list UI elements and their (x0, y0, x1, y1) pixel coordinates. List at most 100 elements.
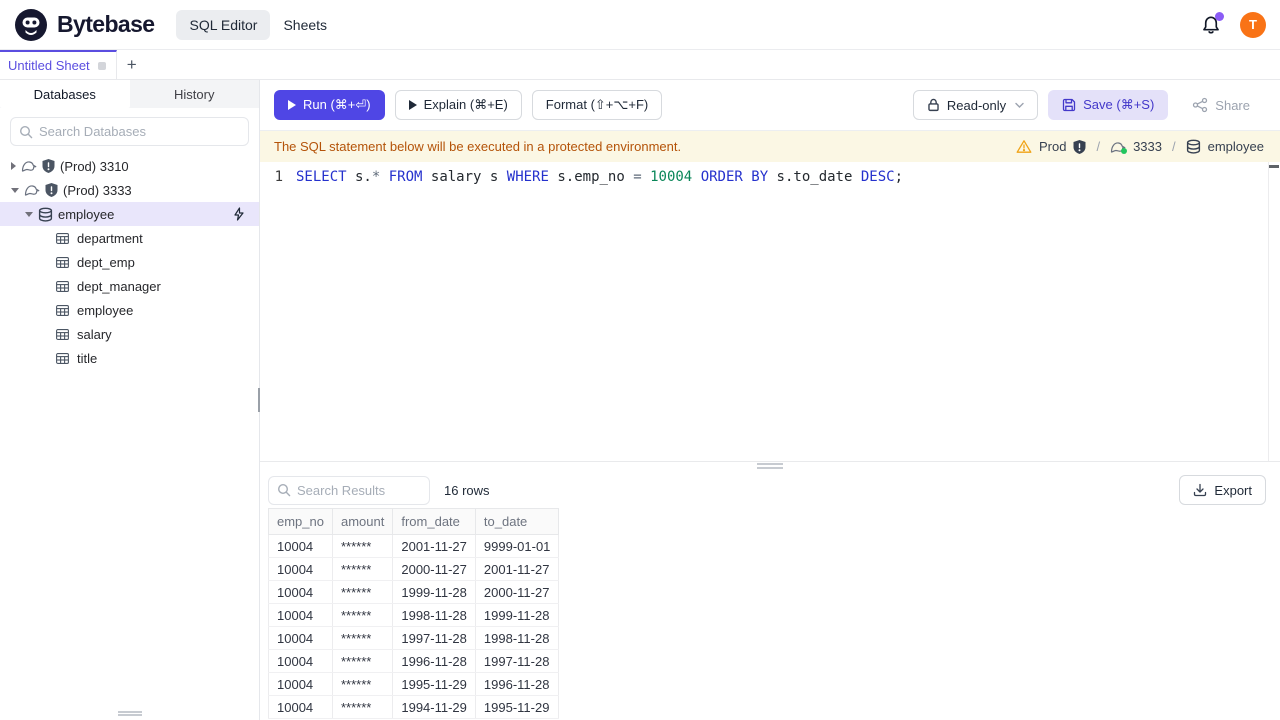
table-cell[interactable]: 1994-11-29 (392, 695, 476, 719)
table-cell[interactable]: ****** (331, 534, 394, 558)
chevron-right-icon[interactable] (11, 162, 16, 170)
sidebar-table-list: department dept_emp dept_manager employee sa… (0, 226, 259, 370)
panel-splitter[interactable] (260, 461, 1280, 470)
table-cell[interactable]: 2001-11-27 (392, 534, 476, 558)
table-cell[interactable]: 1996-11-28 (392, 649, 476, 673)
sidebar-item-table-salary[interactable]: salary (0, 322, 259, 346)
run-button[interactable]: Run (⌘+⏎) (274, 90, 385, 120)
nav-item-sheets[interactable]: Sheets (270, 10, 340, 40)
results-search[interactable] (268, 475, 430, 505)
column-header-amount[interactable]: amount (331, 508, 394, 535)
notification-bell-icon[interactable] (1200, 11, 1224, 36)
table-icon (56, 352, 69, 364)
lock-icon (927, 98, 940, 112)
table-cell[interactable]: 2001-11-27 (474, 557, 560, 581)
table-cell[interactable]: 1998-11-28 (474, 626, 560, 650)
table-cell[interactable]: 9999-01-01 (474, 534, 560, 558)
shield-alert-icon (42, 159, 55, 173)
table-icon (56, 256, 69, 268)
table-cell[interactable]: ****** (331, 603, 394, 627)
readonly-mode-dropdown[interactable]: Read-only (912, 90, 1039, 120)
table-cell[interactable]: 10004 (268, 695, 333, 719)
table-cell[interactable]: 1999-11-28 (392, 580, 476, 604)
table-cell[interactable]: 10004 (268, 557, 333, 581)
row-count: 16 rows (444, 482, 490, 498)
table-row[interactable]: 10004 ****** 2001-11-27 9999-01-01 (268, 534, 560, 558)
table-cell[interactable]: 10004 (268, 603, 333, 627)
database-label[interactable]: employee (1208, 139, 1264, 154)
table-row[interactable]: 10004 ****** 2000-11-27 2001-11-27 (268, 557, 560, 581)
add-sheet-button[interactable]: + (117, 50, 147, 79)
quick-action-bolt-icon[interactable] (233, 207, 245, 221)
save-button[interactable]: Save (⌘+S) (1048, 90, 1169, 120)
sql-token: s.emp_no (548, 169, 634, 185)
sql-code-line[interactable]: SELECT s.* FROM salary s WHERE s.emp_no … (296, 167, 903, 187)
database-search[interactable] (10, 117, 249, 146)
sidebar-hscroll-handle[interactable] (118, 711, 142, 716)
table-cell[interactable]: ****** (331, 626, 394, 650)
table-cell[interactable]: 10004 (268, 626, 333, 650)
table-cell[interactable]: ****** (331, 580, 394, 604)
table-cell[interactable]: 1996-11-28 (474, 672, 560, 696)
table-cell[interactable]: 10004 (268, 580, 333, 604)
table-cell[interactable]: ****** (331, 557, 394, 581)
table-cell[interactable]: ****** (331, 672, 394, 696)
table-cell[interactable]: 10004 (268, 534, 333, 558)
search-databases-input[interactable] (39, 124, 240, 139)
table-cell[interactable]: 2000-11-27 (474, 580, 560, 604)
sql-token: ORDER BY (700, 169, 769, 185)
share-button[interactable]: Share (1178, 90, 1264, 120)
sidebar-item-instance-3333[interactable]: (Prod) 3333 (0, 178, 259, 202)
table-label: dept_emp (77, 254, 135, 270)
sidebar-item-database-employee[interactable]: employee (0, 202, 259, 226)
table-cell[interactable]: ****** (331, 695, 394, 719)
bytebase-logo[interactable]: Bytebase (14, 8, 155, 42)
table-row[interactable]: 10004 ****** 1998-11-28 1999-11-28 (268, 603, 560, 627)
sidebar-item-table-dept_manager[interactable]: dept_manager (0, 274, 259, 298)
column-header-from_date[interactable]: from_date (392, 508, 476, 535)
tab-databases[interactable]: Databases (0, 80, 130, 108)
instance-label[interactable]: 3333 (1133, 139, 1162, 154)
sheet-tab-untitled[interactable]: Untitled Sheet (0, 50, 117, 79)
table-cell[interactable]: 1997-11-28 (474, 649, 560, 673)
table-row[interactable]: 10004 ****** 1997-11-28 1998-11-28 (268, 626, 560, 650)
table-icon (56, 232, 69, 244)
avatar[interactable]: T (1240, 11, 1266, 38)
unsaved-indicator-dot[interactable] (97, 61, 106, 70)
results-grid: emp_no amount from_date to_date 10004 ******… (260, 508, 1280, 719)
sql-token: ; (894, 169, 903, 185)
table-row[interactable]: 10004 ****** 1995-11-29 1996-11-28 (268, 672, 560, 696)
mysql-connected-icon (1110, 140, 1128, 154)
tab-history[interactable]: History (129, 80, 259, 108)
table-cell[interactable]: 10004 (268, 672, 333, 696)
sql-editor[interactable]: 1 SELECT s.* FROM salary s WHERE s.emp_n… (260, 162, 1280, 461)
column-header-emp_no[interactable]: emp_no (268, 508, 333, 535)
explain-button[interactable]: Explain (⌘+E) (394, 90, 522, 120)
table-row[interactable]: 10004 ****** 1996-11-28 1997-11-28 (268, 649, 560, 673)
sidebar-item-table-dept_emp[interactable]: dept_emp (0, 250, 259, 274)
sidebar-item-table-title[interactable]: title (0, 346, 259, 370)
table-cell[interactable]: 1999-11-28 (474, 603, 560, 627)
export-button[interactable]: Export (1179, 475, 1266, 505)
table-row[interactable]: 10004 ****** 1999-11-28 2000-11-27 (268, 580, 560, 604)
table-cell[interactable]: 2000-11-27 (392, 557, 476, 581)
chevron-down-icon[interactable] (25, 211, 33, 217)
sidebar-item-table-department[interactable]: department (0, 226, 259, 250)
table-row[interactable]: 10004 ****** 1994-11-29 1995-11-29 (268, 695, 560, 719)
chevron-down-icon[interactable] (11, 187, 19, 193)
table-cell[interactable]: 1995-11-29 (392, 672, 476, 696)
nav-item-sql-editor[interactable]: SQL Editor (176, 9, 271, 40)
table-cell[interactable]: 1998-11-28 (392, 603, 476, 627)
splitter-drag-handle[interactable] (757, 463, 783, 469)
search-results-input[interactable] (297, 482, 421, 498)
table-cell[interactable]: ****** (331, 649, 394, 673)
table-cell[interactable]: 1995-11-29 (474, 695, 560, 719)
column-header-to_date[interactable]: to_date (474, 508, 560, 535)
table-cell[interactable]: 10004 (268, 649, 333, 673)
table-icon (56, 304, 69, 316)
sidebar-item-instance-3310[interactable]: (Prod) 3310 (0, 154, 259, 178)
sidebar-item-table-employee[interactable]: employee (0, 298, 259, 322)
table-cell[interactable]: 1997-11-28 (392, 626, 476, 650)
editor-scrollbar[interactable] (1268, 162, 1280, 461)
format-button[interactable]: Format (⇧+⌥+F) (531, 90, 663, 120)
